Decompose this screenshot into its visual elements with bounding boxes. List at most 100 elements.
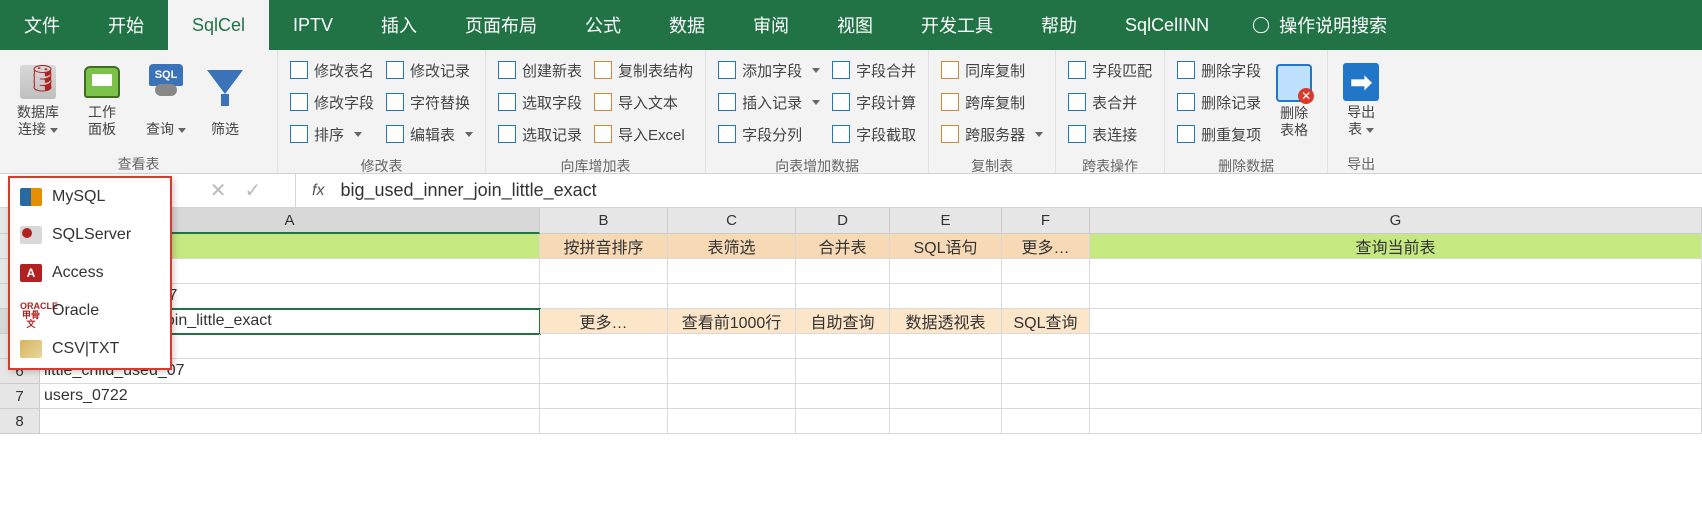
ribbon-group-delete: 删除字段 删除记录 删重复项 删除 表格 删除数据	[1165, 50, 1328, 173]
export-table-button[interactable]: ➡ 导出 表	[1334, 54, 1388, 148]
tab-devtools[interactable]: 开发工具	[897, 0, 1017, 50]
edit-table-cmd[interactable]: 编辑表	[386, 120, 473, 148]
add-field-cmd[interactable]: 添加字段	[718, 56, 820, 84]
same-db-copy-cmd[interactable]: 同库复制	[941, 56, 1043, 84]
col-header-G[interactable]: G	[1090, 208, 1702, 234]
select-fields-cmd[interactable]: 选取字段	[498, 88, 582, 116]
field-match-cmd[interactable]: 字段匹配	[1068, 56, 1152, 84]
fx-label[interactable]: fx	[296, 182, 340, 200]
btn-sql-query[interactable]: SQL查询	[1002, 309, 1090, 334]
copy-icon	[941, 61, 959, 79]
import-text-cmd[interactable]: 导入文本	[594, 88, 693, 116]
cancel-icon[interactable]: ✕	[210, 178, 227, 203]
tab-view[interactable]: 视图	[813, 0, 897, 50]
copy-struct-icon	[594, 61, 612, 79]
table-join-cmd[interactable]: 表连接	[1068, 120, 1152, 148]
create-table-cmd[interactable]: 创建新表	[498, 56, 582, 84]
add-field-icon	[718, 61, 736, 79]
dropdown-item-csv[interactable]: CSV|TXT	[10, 330, 170, 368]
dropdown-item-access[interactable]: AAccess	[10, 254, 170, 292]
tab-iptv[interactable]: IPTV	[269, 0, 357, 50]
btn-sort-pinyin[interactable]: 按拼音排序	[540, 234, 668, 259]
sort-cmd[interactable]: 排序	[290, 120, 374, 148]
row-header-7[interactable]: 7	[0, 384, 40, 409]
tell-me-search[interactable]: 操作说明搜索	[1233, 0, 1407, 50]
cross-db-copy-cmd[interactable]: 跨库复制	[941, 88, 1043, 116]
del-dup-icon	[1177, 125, 1195, 143]
tab-home[interactable]: 开始	[84, 0, 168, 50]
ribbon-group-export: ➡ 导出 表 导出	[1328, 50, 1394, 173]
merge-field-cmd[interactable]: 字段合并	[832, 56, 916, 84]
col-header-F[interactable]: F	[1002, 208, 1090, 234]
substr-field-cmd[interactable]: 字段截取	[832, 120, 916, 148]
spreadsheet-grid: A B C D E F G 按拼音排序 表筛选 合并表 SQL语句 更多… 查询…	[0, 208, 1702, 434]
btn-sql-stmt[interactable]: SQL语句	[890, 234, 1002, 259]
work-panel-button[interactable]: 工作 面板	[70, 54, 134, 148]
cross-server-cmd[interactable]: 跨服务器	[941, 120, 1043, 148]
col-header-E[interactable]: E	[890, 208, 1002, 234]
tab-layout[interactable]: 页面布局	[441, 0, 561, 50]
btn-more-row4[interactable]: 更多…	[540, 309, 668, 334]
sqlserver-icon	[20, 226, 42, 244]
delete-dup-cmd[interactable]: 删重复项	[1177, 120, 1261, 148]
col-header-B[interactable]: B	[540, 208, 668, 234]
btn-self-query[interactable]: 自助查询	[796, 309, 890, 334]
dropdown-item-mysql[interactable]: MySQL	[10, 178, 170, 216]
confirm-icon[interactable]: ✓	[245, 178, 262, 203]
tab-sqlcel[interactable]: SqlCel	[168, 0, 269, 50]
char-replace-cmd[interactable]: 字符替换	[386, 88, 473, 116]
select-records-cmd[interactable]: 选取记录	[498, 120, 582, 148]
btn-more[interactable]: 更多…	[1002, 234, 1090, 259]
cell-A7[interactable]: users_0722	[40, 384, 540, 409]
col-header-D[interactable]: D	[796, 208, 890, 234]
tab-file[interactable]: 文件	[0, 0, 84, 50]
tab-insert[interactable]: 插入	[357, 0, 441, 50]
btn-table-filter[interactable]: 表筛选	[668, 234, 796, 259]
formula-content[interactable]: big_used_inner_join_little_exact	[340, 180, 596, 201]
tab-sqlcelinn[interactable]: SqlCelINN	[1101, 0, 1233, 50]
dropdown-item-oracle[interactable]: ORACLE甲骨文Oracle	[10, 292, 170, 330]
delete-record-cmd[interactable]: 删除记录	[1177, 88, 1261, 116]
tab-formulas[interactable]: 公式	[561, 0, 645, 50]
group-label-copy: 复制表	[929, 154, 1055, 180]
dropdown-item-sqlserver[interactable]: SQLServer	[10, 216, 170, 254]
tab-help[interactable]: 帮助	[1017, 0, 1101, 50]
tab-review[interactable]: 审阅	[729, 0, 813, 50]
select-record-icon	[498, 125, 516, 143]
insert-record-cmd[interactable]: 插入记录	[718, 88, 820, 116]
copy-struct-cmd[interactable]: 复制表结构	[594, 56, 693, 84]
db-connection-button[interactable]: 数据库 连接	[6, 54, 70, 148]
lightbulb-icon	[1253, 17, 1269, 33]
delete-table-button[interactable]: 删除 表格	[1267, 55, 1321, 149]
db-conn-label1: 数据库	[17, 104, 59, 121]
chevron-down-icon	[354, 132, 362, 137]
oracle-icon: ORACLE甲骨文	[20, 302, 42, 320]
sheet-header-row: 按拼音排序 表筛选 合并表 SQL语句 更多… 查询当前表	[0, 234, 1702, 259]
merge-icon	[832, 61, 850, 79]
split-icon	[718, 125, 736, 143]
rename-table-cmd[interactable]: 修改表名	[290, 56, 374, 84]
split-field-cmd[interactable]: 字段分列	[718, 120, 820, 148]
btn-preview1000[interactable]: 查看前1000行	[668, 309, 796, 334]
table-merge-cmd[interactable]: 表合并	[1068, 88, 1152, 116]
modify-field-cmd[interactable]: 修改字段	[290, 88, 374, 116]
modify-record-cmd[interactable]: 修改记录	[386, 56, 473, 84]
sql-query-button[interactable]: SQL . 查询	[134, 54, 198, 148]
server-icon	[941, 125, 959, 143]
search-placeholder: 操作说明搜索	[1279, 12, 1387, 38]
panel-icon	[84, 66, 120, 98]
calc-field-cmd[interactable]: 字段计算	[832, 88, 916, 116]
match-icon	[1068, 61, 1086, 79]
import-excel-cmd[interactable]: 导入Excel	[594, 120, 693, 148]
tab-data[interactable]: 数据	[645, 0, 729, 50]
col-header-C[interactable]: C	[668, 208, 796, 234]
edit-icon	[386, 125, 404, 143]
delete-field-cmd[interactable]: 删除字段	[1177, 56, 1261, 84]
filter-button[interactable]: . 筛选	[198, 54, 252, 148]
btn-pivot[interactable]: 数据透视表	[890, 309, 1002, 334]
join-icon	[1068, 125, 1086, 143]
btn-merge-table[interactable]: 合并表	[796, 234, 890, 259]
sheet-spacer-row	[0, 259, 1702, 284]
row-header-8[interactable]: 8	[0, 409, 40, 434]
btn-query-current[interactable]: 查询当前表	[1090, 234, 1702, 259]
